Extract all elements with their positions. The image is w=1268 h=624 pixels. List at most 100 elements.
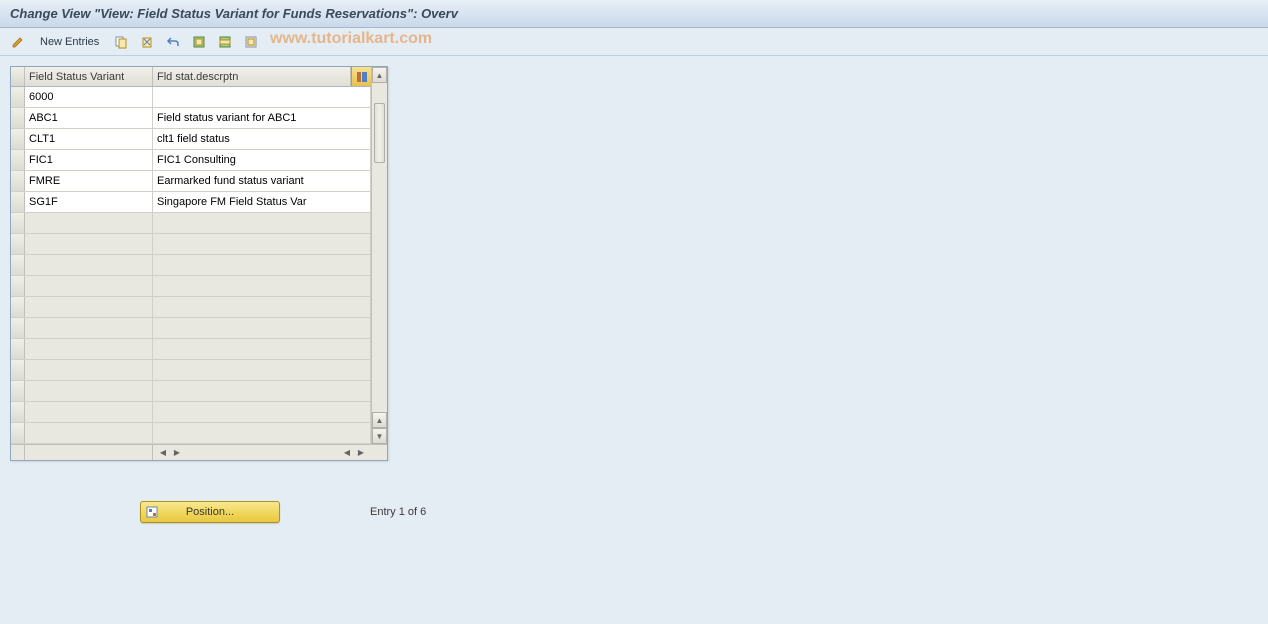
page-title: Change View "View: Field Status Variant … [10,6,458,21]
cell-variant[interactable] [25,297,153,317]
cell-description[interactable]: clt1 field status [153,129,371,149]
table-row-empty [11,423,371,444]
cell-description[interactable] [153,87,371,107]
cell-description[interactable] [153,381,371,401]
cell-variant[interactable] [25,402,153,422]
row-selector[interactable] [11,360,25,380]
row-selector[interactable] [11,276,25,296]
cell-description[interactable] [153,297,371,317]
cell-description[interactable] [153,318,371,338]
row-selector[interactable] [11,129,25,149]
vertical-scrollbar[interactable]: ▲ ▲ ▼ [371,67,387,444]
hscroll-left2-icon[interactable]: ◀ [341,447,353,459]
table-row-empty [11,297,371,318]
scroll-track[interactable] [372,83,387,412]
cell-description[interactable]: Singapore FM Field Status Var [153,192,371,212]
row-selector[interactable] [11,255,25,275]
cell-description[interactable] [153,213,371,233]
horizontal-scrollbar: ◀ ▶ ◀ ▶ [11,444,387,460]
cell-variant[interactable] [25,213,153,233]
cell-variant[interactable] [25,318,153,338]
cell-variant[interactable]: FMRE [25,171,153,191]
table-row-empty [11,255,371,276]
row-selector[interactable] [11,381,25,401]
row-selector[interactable] [11,234,25,254]
deselect-all-icon[interactable] [241,32,261,52]
cell-description[interactable] [153,360,371,380]
row-selector[interactable] [11,87,25,107]
cell-description[interactable] [153,276,371,296]
table-settings-icon[interactable] [351,67,371,86]
cell-variant[interactable] [25,234,153,254]
cell-variant[interactable]: ABC1 [25,108,153,128]
cell-variant[interactable]: SG1F [25,192,153,212]
cell-variant[interactable]: 6000 [25,87,153,107]
scroll-down-button[interactable]: ▼ [372,428,387,444]
table-row-empty [11,360,371,381]
bottom-row: Position... Entry 1 of 6 [10,501,1258,523]
table-header: Field Status Variant Fld stat.descrptn [11,67,371,87]
row-selector[interactable] [11,192,25,212]
row-selector[interactable] [11,150,25,170]
row-selector-header[interactable] [11,67,25,86]
table-row-empty [11,402,371,423]
delete-icon[interactable] [137,32,157,52]
cell-description[interactable] [153,402,371,422]
undo-icon[interactable] [163,32,183,52]
table-row-empty [11,276,371,297]
column-header-variant[interactable]: Field Status Variant [25,67,153,86]
table-row-empty [11,381,371,402]
cell-description[interactable] [153,339,371,359]
toolbar: New Entries www.tutorialkart.com [0,28,1268,56]
cell-variant[interactable] [25,255,153,275]
table-row-empty [11,339,371,360]
row-selector[interactable] [11,171,25,191]
cell-variant[interactable] [25,339,153,359]
row-selector[interactable] [11,108,25,128]
hscroll-track[interactable] [187,445,337,460]
row-selector[interactable] [11,297,25,317]
cell-variant[interactable] [25,276,153,296]
select-block-icon[interactable] [215,32,235,52]
position-button[interactable]: Position... [140,501,280,523]
cell-variant[interactable]: CLT1 [25,129,153,149]
hscroll-right-group[interactable]: ◀ ▶ [337,445,371,460]
hscroll-right-icon[interactable]: ▶ [171,447,183,459]
cell-variant[interactable]: FIC1 [25,150,153,170]
change-icon[interactable] [8,32,28,52]
copy-icon[interactable] [111,32,131,52]
cell-description[interactable]: Earmarked fund status variant [153,171,371,191]
table-row: FIC1FIC1 Consulting [11,150,371,171]
entry-status: Entry 1 of 6 [370,506,426,518]
table-container: Field Status Variant Fld stat.descrptn 6… [10,66,388,461]
cell-variant[interactable] [25,381,153,401]
row-selector[interactable] [11,339,25,359]
cell-variant[interactable] [25,360,153,380]
new-entries-button[interactable]: New Entries [34,34,105,50]
row-selector[interactable] [11,213,25,233]
select-all-icon[interactable] [189,32,209,52]
row-selector[interactable] [11,402,25,422]
scroll-down-button-small[interactable]: ▲ [372,412,387,428]
cell-description[interactable] [153,423,371,443]
row-selector[interactable] [11,318,25,338]
table-row-empty [11,234,371,255]
column-header-description[interactable]: Fld stat.descrptn [153,67,351,86]
cell-variant[interactable] [25,423,153,443]
watermark: www.tutorialkart.com [270,30,432,48]
table-row: 6000 [11,87,371,108]
table-row: CLT1clt1 field status [11,129,371,150]
hscroll-right2-icon[interactable]: ▶ [355,447,367,459]
cell-description[interactable]: Field status variant for ABC1 [153,108,371,128]
hscroll-left-group[interactable]: ◀ ▶ [153,445,187,460]
cell-description[interactable]: FIC1 Consulting [153,150,371,170]
hscroll-left-icon[interactable]: ◀ [157,447,169,459]
cell-description[interactable] [153,255,371,275]
position-icon [145,505,159,519]
main-content: Field Status Variant Fld stat.descrptn 6… [0,56,1268,533]
scroll-thumb[interactable] [374,103,385,163]
position-button-label: Position... [186,506,234,518]
scroll-up-button[interactable]: ▲ [372,67,387,83]
cell-description[interactable] [153,234,371,254]
row-selector[interactable] [11,423,25,443]
